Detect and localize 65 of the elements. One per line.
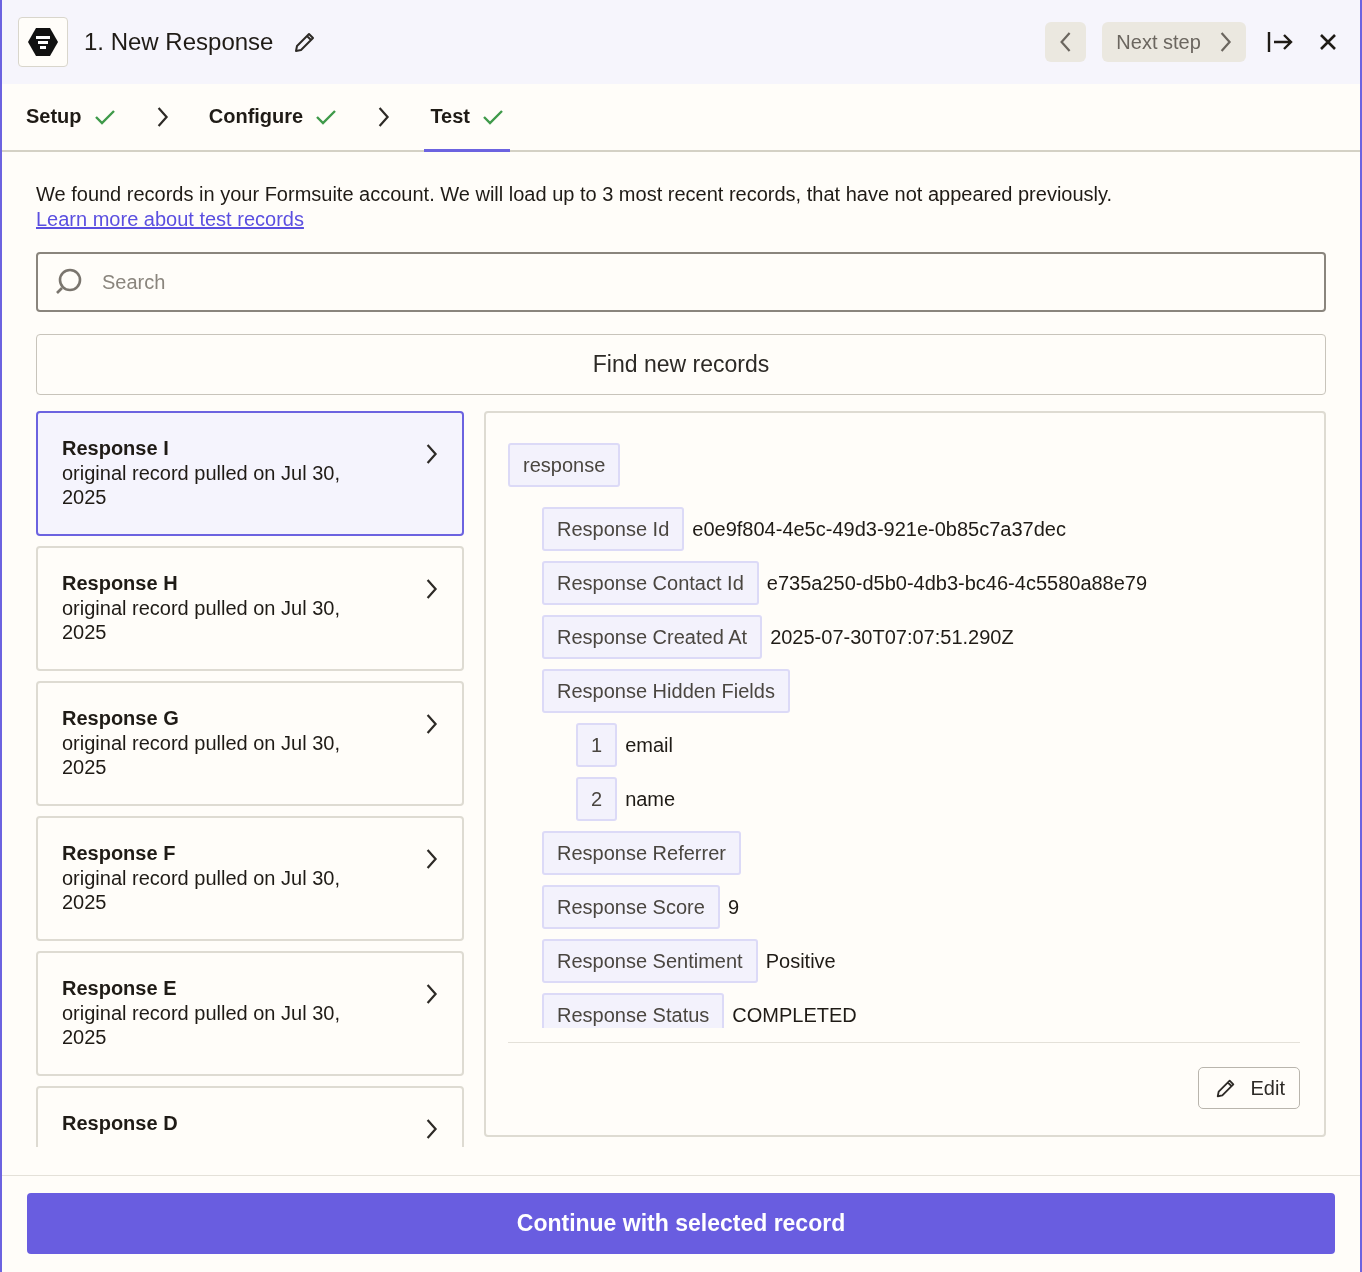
find-records-button[interactable]: Find new records [36, 334, 1326, 395]
record-subtitle: original record pulled on Jul 30, 2025 [62, 731, 341, 779]
field-value: e0e9f804-4e5c-49d3-921e-0b85c7a37dec [692, 517, 1066, 541]
chevron-icon [424, 443, 438, 465]
field-key: Response Hidden Fields [542, 669, 790, 713]
pencil-icon [1214, 1077, 1237, 1099]
field-value: name [625, 787, 676, 811]
field-key: Response Status [542, 993, 725, 1028]
field-key: Response Referrer [542, 831, 741, 875]
step-tab[interactable]: Setup [20, 84, 122, 152]
record-subtitle: original record pulled on Jul 30, 2025 [62, 866, 341, 914]
field-key: 2 [576, 777, 618, 821]
chevron-icon [1218, 31, 1232, 53]
chevron-icon [424, 1118, 438, 1140]
check-icon [482, 108, 504, 125]
field-key: response [508, 443, 621, 487]
record-title: Response F [62, 841, 177, 866]
field-value: Positive [765, 949, 836, 973]
field-key: Response Created At [542, 615, 763, 659]
chevron-icon [424, 713, 438, 735]
search-field[interactable]: Search [36, 252, 1326, 312]
learn-more-link[interactable]: Learn more about test records [36, 207, 304, 232]
field-key: 1 [576, 723, 618, 767]
field-key: Response Sentiment [542, 939, 758, 983]
field-key: Response Id [542, 507, 685, 551]
edit-button[interactable]: Edit [1197, 1067, 1300, 1109]
record-title: Response I [62, 436, 170, 461]
collapse-icon [1266, 29, 1294, 55]
continue-button[interactable]: Continue with selected record [27, 1193, 1335, 1254]
chevron-icon [1059, 31, 1073, 53]
field-key: Response Contact Id [542, 561, 759, 605]
chevron-icon [377, 106, 391, 128]
next-step-button[interactable]: Next step [1102, 22, 1246, 62]
check-icon [315, 108, 338, 125]
record-card[interactable]: Response D [36, 1086, 464, 1147]
record-title: Response H [62, 571, 179, 596]
field-value: COMPLETED [732, 1003, 857, 1027]
previous-step-button[interactable] [1045, 22, 1087, 62]
chevron-icon [424, 983, 438, 1005]
record-subtitle: original record pulled on Jul 30, 2025 [62, 596, 341, 644]
record-card[interactable]: Response E original record pulled on Jul 30, 2025 [36, 951, 464, 1076]
app-logo [18, 17, 68, 67]
step-tab[interactable]: Test [424, 84, 510, 152]
field-value: email [625, 733, 673, 757]
step-tab[interactable]: Configure [202, 84, 344, 152]
record-title: Response E [62, 976, 178, 1001]
field-value: 9 [727, 895, 739, 919]
record-title: Response D [62, 1111, 179, 1136]
chevron-icon [424, 848, 438, 870]
chevron-icon [155, 106, 169, 128]
record-card[interactable]: Response I original record pulled on Jul 30, 2025 [36, 411, 464, 536]
step-title: 1. New Response [84, 28, 274, 56]
record-subtitle: original record pulled on Jul 30, 2025 [62, 1001, 341, 1049]
record-card[interactable]: Response G original record pulled on Jul 30, 2025 [36, 681, 464, 806]
field-key: Response Score [542, 885, 720, 929]
intro-text: We found records in your Formsuite account. We will load up to 3 most recent records, that have not appeared previously. [36, 182, 1114, 207]
close-icon [1318, 32, 1338, 52]
record-subtitle: original record pulled on Jul 30, 2025 [62, 461, 341, 509]
record-card[interactable]: Response F original record pulled on Jul 30, 2025 [36, 816, 464, 941]
field-value: e735a250-d5b0-4db3-bc46-4c5580a88e79 [766, 571, 1148, 595]
record-title: Response G [62, 706, 180, 731]
check-icon [93, 108, 116, 125]
record-card[interactable]: Response H original record pulled on Jul 30, 2025 [36, 546, 464, 671]
chevron-icon [424, 578, 438, 600]
field-value: 2025-07-30T07:07:51.290Z [770, 625, 1014, 649]
